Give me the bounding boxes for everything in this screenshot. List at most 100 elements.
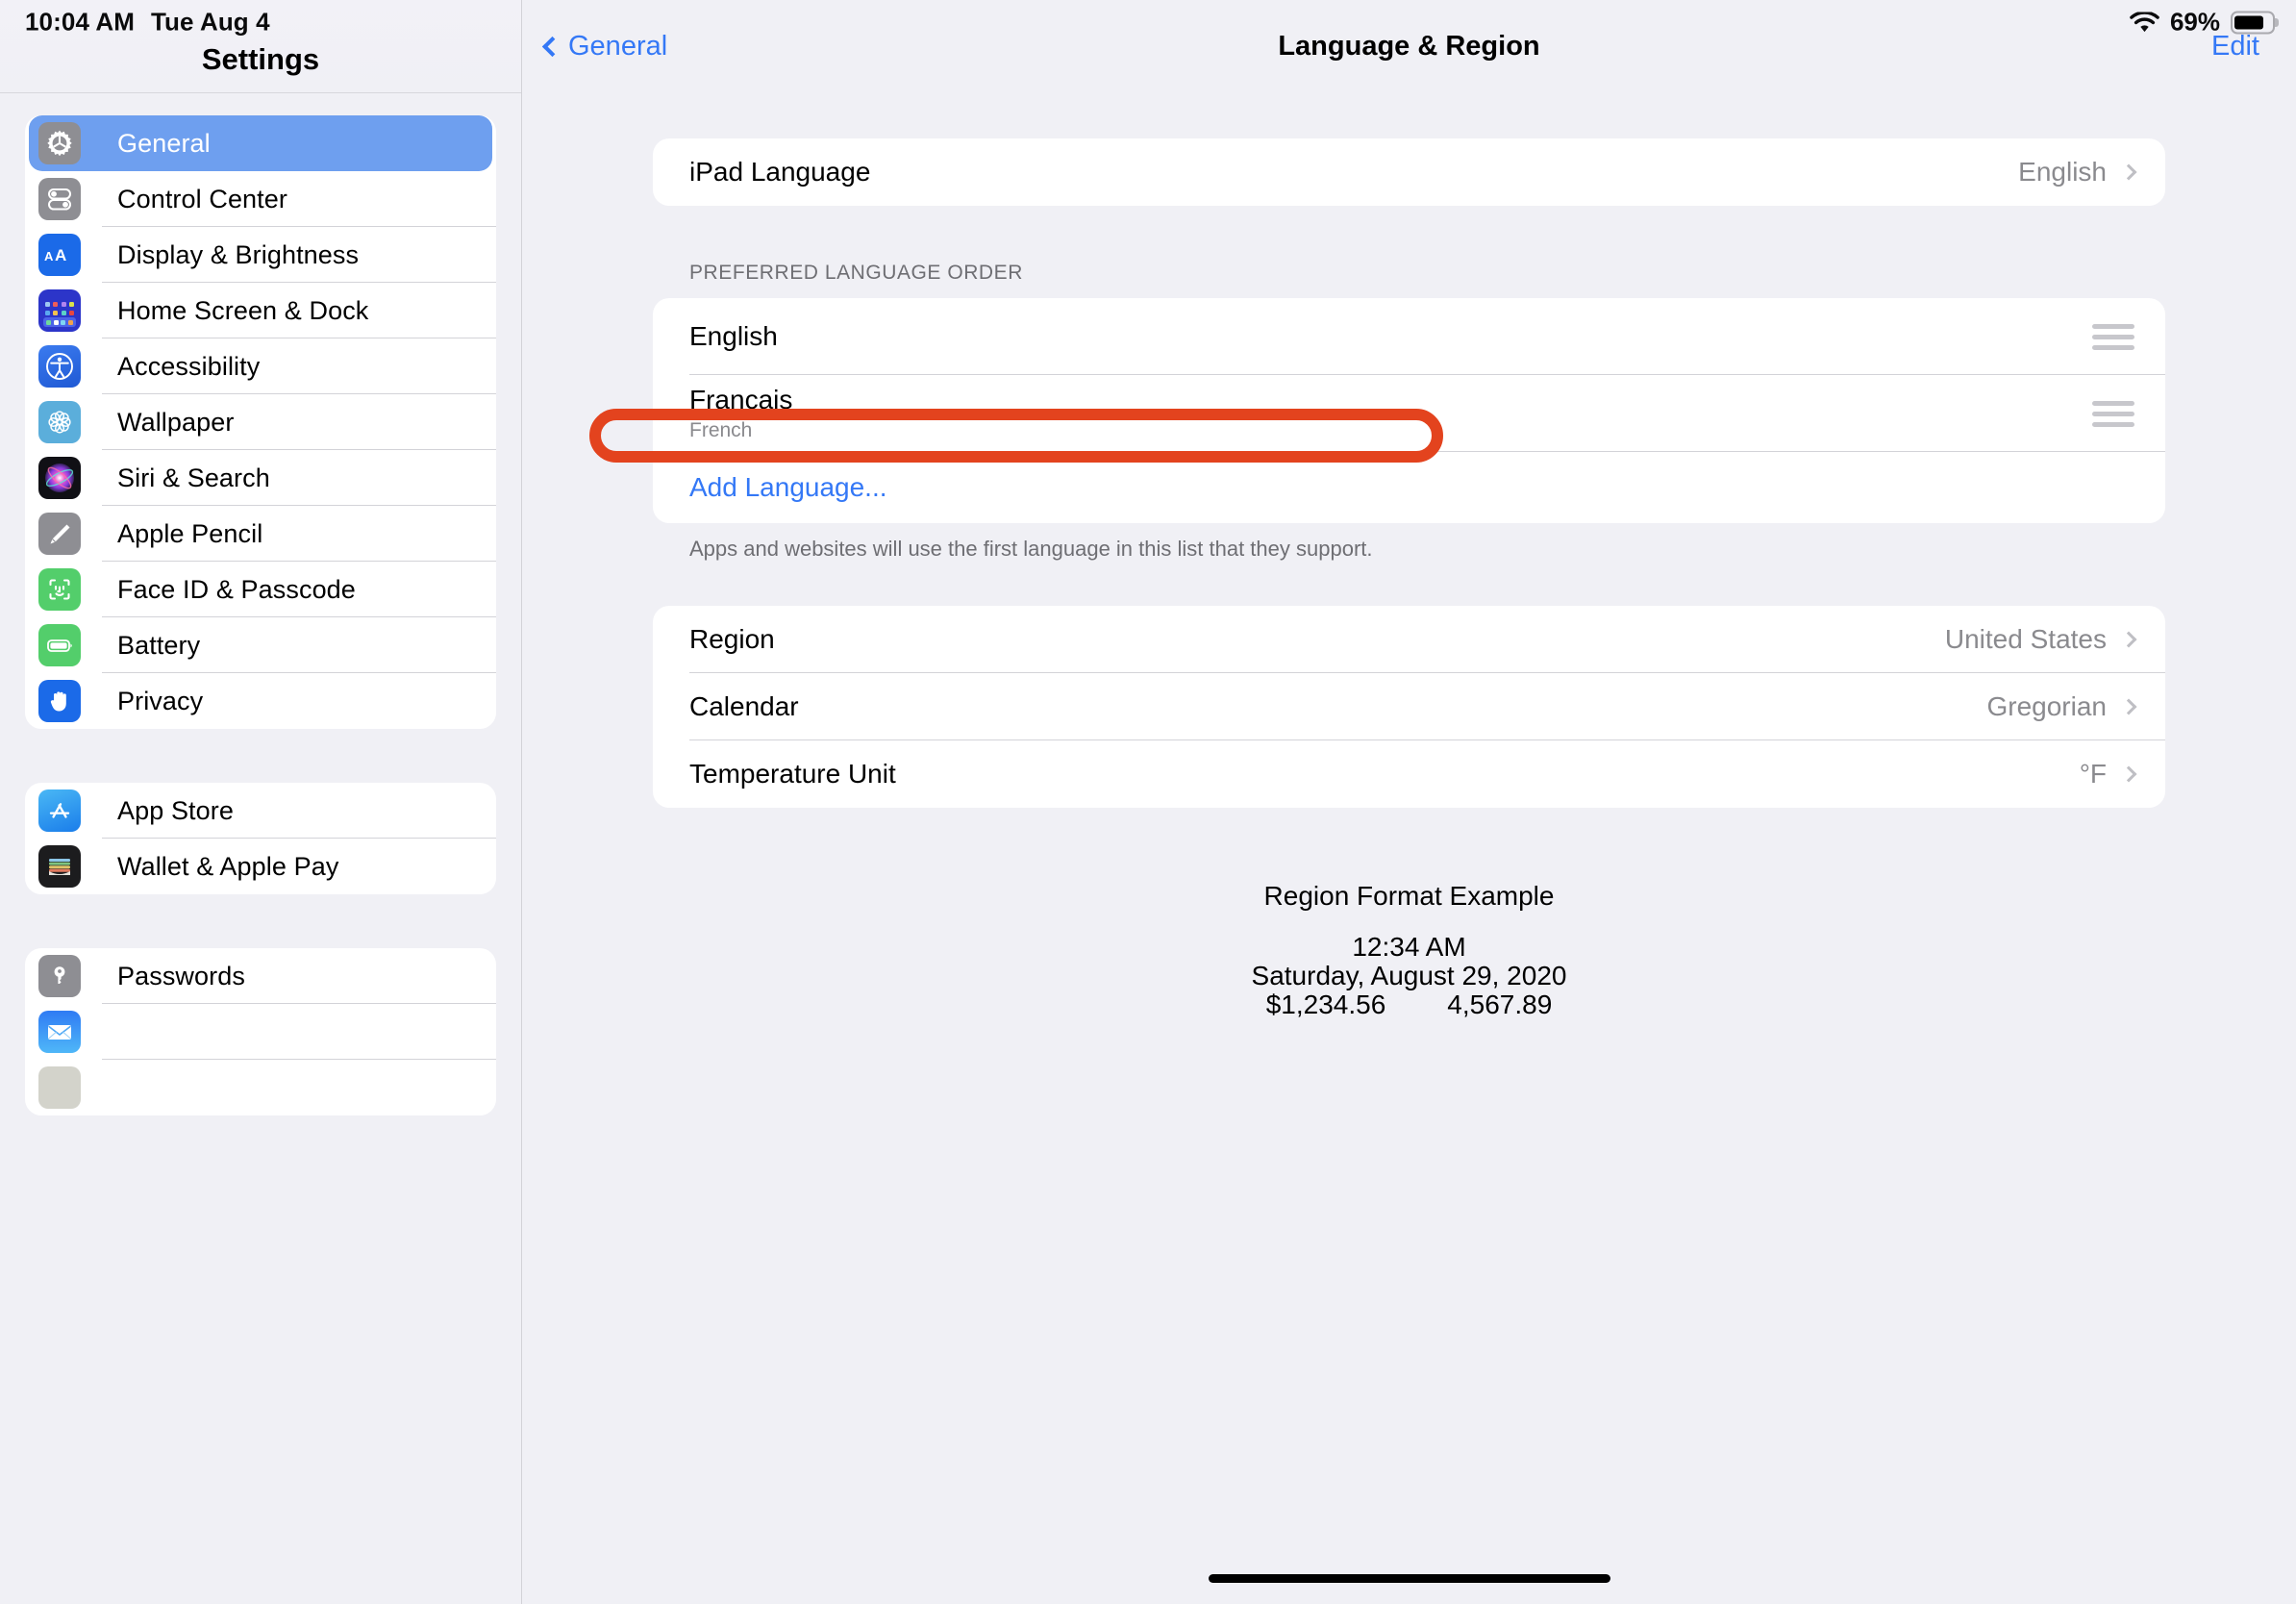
sidebar-header: Settings xyxy=(0,0,521,93)
sidebar-item-label: Control Center xyxy=(117,184,287,213)
wallet-icon xyxy=(38,845,81,888)
display-brightness-icon: A A xyxy=(38,234,81,276)
app-store-icon xyxy=(38,789,81,832)
chevron-right-icon xyxy=(2120,698,2137,715)
home-screen-dock-icon xyxy=(38,289,81,332)
face-id-icon xyxy=(38,568,81,611)
ipad-settings-screen: 10:04 AM Tue Aug 4 69% Settings General … xyxy=(0,0,2296,1604)
row-calendar[interactable]: Calendar Gregorian xyxy=(653,673,2165,740)
language-region-pane: General Language & Region Edit iPad Lang… xyxy=(522,0,2296,1604)
chevron-left-icon xyxy=(541,36,563,58)
edit-button[interactable]: Edit xyxy=(2211,31,2259,63)
chevron-right-icon xyxy=(2120,631,2137,648)
sidebar-item-label: Apple Pencil xyxy=(117,518,263,548)
row-temperature-unit[interactable]: Temperature Unit °F xyxy=(653,740,2165,808)
sidebar-item-wallpaper[interactable]: Wallpaper xyxy=(25,394,496,450)
sidebar-item-label: Wallet & Apple Pay xyxy=(117,851,339,881)
region-format-example-title: Region Format Example xyxy=(1263,881,1555,911)
preferred-language-order-header: PREFERRED LANGUAGE ORDER xyxy=(689,262,1023,284)
sidebar-item-label: App Store xyxy=(117,795,234,825)
sidebar-item-accessibility[interactable]: Accessibility xyxy=(25,338,496,394)
sidebar-item-display-brightness[interactable]: A A Display & Brightness xyxy=(25,227,496,283)
sidebar-item-app-store[interactable]: App Store xyxy=(25,783,496,839)
preferred-language-footnote: Apps and websites will use the first lan… xyxy=(689,537,1373,561)
add-language-button[interactable]: Add Language... xyxy=(653,452,2165,523)
region-settings-card: Region United States Calendar Gregorian … xyxy=(653,606,2165,808)
page-title: Language & Region xyxy=(1278,31,1540,62)
sidebar-item-general[interactable]: General xyxy=(29,115,492,171)
sidebar-item-label: Privacy xyxy=(117,686,204,715)
region-format-example: Region Format Example 12:34 AM Saturday,… xyxy=(522,881,2296,1020)
mail-envelope-icon xyxy=(38,1011,81,1053)
sidebar-item-passwords[interactable]: Passwords xyxy=(25,948,496,1004)
row-label: iPad Language xyxy=(689,157,871,187)
sidebar-item-label: Wallpaper xyxy=(117,407,235,437)
svg-text:A: A xyxy=(55,246,66,264)
sidebar-item-control-center[interactable]: Control Center xyxy=(25,171,496,227)
sidebar-item-battery[interactable]: Battery xyxy=(25,617,496,673)
region-format-example-number: 4,567.89 xyxy=(1447,990,1553,1020)
drag-handle-icon[interactable] xyxy=(2092,400,2134,427)
sidebar-item-label: Passwords xyxy=(117,961,245,990)
control-center-icon xyxy=(38,178,81,220)
apple-pencil-icon xyxy=(38,513,81,555)
sidebar-item-label: Face ID & Passcode xyxy=(117,574,356,604)
sidebar-item-label: Siri & Search xyxy=(117,463,270,492)
region-format-example-currency: $1,234.56 xyxy=(1265,990,1386,1020)
navigation-bar: General Language & Region Edit xyxy=(522,0,2296,93)
battery-icon xyxy=(38,624,81,666)
row-value: °F xyxy=(2079,759,2107,789)
ipad-language-card: iPad Language English xyxy=(653,138,2165,206)
sidebar-item-label: Accessibility xyxy=(117,351,261,381)
siri-search-icon xyxy=(38,457,81,499)
row-ipad-language[interactable]: iPad Language English xyxy=(653,138,2165,206)
sidebar-scroll-area[interactable]: General Control Center A A Display & Bri… xyxy=(0,93,521,1115)
sidebar-item-label: Display & Brightness xyxy=(117,239,360,269)
wallpaper-icon xyxy=(38,401,81,443)
sidebar-group-accounts: Passwords xyxy=(25,948,496,1115)
sidebar-item-mail[interactable] xyxy=(25,1004,496,1060)
settings-sidebar: Settings General Control Center A A Disp… xyxy=(0,0,522,1604)
row-value: Gregorian xyxy=(1986,691,2107,721)
sidebar-item-wallet-apple-pay[interactable]: Wallet & Apple Pay xyxy=(25,839,496,894)
row-value: English xyxy=(2018,157,2107,187)
chevron-right-icon xyxy=(2120,765,2137,783)
sidebar-item-siri-search[interactable]: Siri & Search xyxy=(25,450,496,506)
region-format-example-time: 12:34 AM xyxy=(1352,932,1466,962)
sidebar-item-partial[interactable] xyxy=(25,1060,496,1115)
privacy-hand-icon xyxy=(38,680,81,722)
gear-icon xyxy=(38,122,81,164)
preferred-language-card: English Français French Add Language... xyxy=(653,298,2165,523)
sidebar-item-privacy[interactable]: Privacy xyxy=(25,673,496,729)
language-translation: French xyxy=(689,419,753,441)
back-button[interactable]: General xyxy=(541,31,668,63)
home-indicator xyxy=(1208,1574,1610,1583)
row-label: Region xyxy=(689,624,775,654)
sidebar-item-face-id-passcode[interactable]: Face ID & Passcode xyxy=(25,562,496,617)
language-name: English xyxy=(689,321,778,351)
drag-handle-icon[interactable] xyxy=(2092,323,2134,350)
language-name: Français xyxy=(689,385,793,414)
region-format-example-date: Saturday, August 29, 2020 xyxy=(1251,960,1567,990)
sidebar-group-system: General Control Center A A Display & Bri… xyxy=(25,115,496,729)
sidebar-item-label: General xyxy=(117,128,211,158)
language-row-francais[interactable]: Français French xyxy=(653,375,2165,452)
row-label: Temperature Unit xyxy=(689,759,896,789)
sidebar-group-stores: App Store Wallet & Apple Pay xyxy=(25,783,496,894)
svg-text:A: A xyxy=(44,249,54,263)
language-row-english[interactable]: English xyxy=(653,298,2165,375)
sidebar-item-apple-pencil[interactable]: Apple Pencil xyxy=(25,506,496,562)
row-region[interactable]: Region United States xyxy=(653,606,2165,673)
accessibility-icon xyxy=(38,345,81,388)
sidebar-item-label: Home Screen & Dock xyxy=(117,295,369,325)
add-language-label: Add Language... xyxy=(689,472,887,502)
placeholder-icon xyxy=(38,1066,81,1109)
chevron-right-icon xyxy=(2120,163,2137,181)
sidebar-title: Settings xyxy=(201,42,320,76)
row-label: Calendar xyxy=(689,691,799,721)
passwords-key-icon xyxy=(38,955,81,997)
row-value: United States xyxy=(1944,624,2107,654)
sidebar-item-label: Battery xyxy=(117,630,201,660)
back-button-label: General xyxy=(568,31,668,62)
sidebar-item-home-screen-dock[interactable]: Home Screen & Dock xyxy=(25,283,496,338)
